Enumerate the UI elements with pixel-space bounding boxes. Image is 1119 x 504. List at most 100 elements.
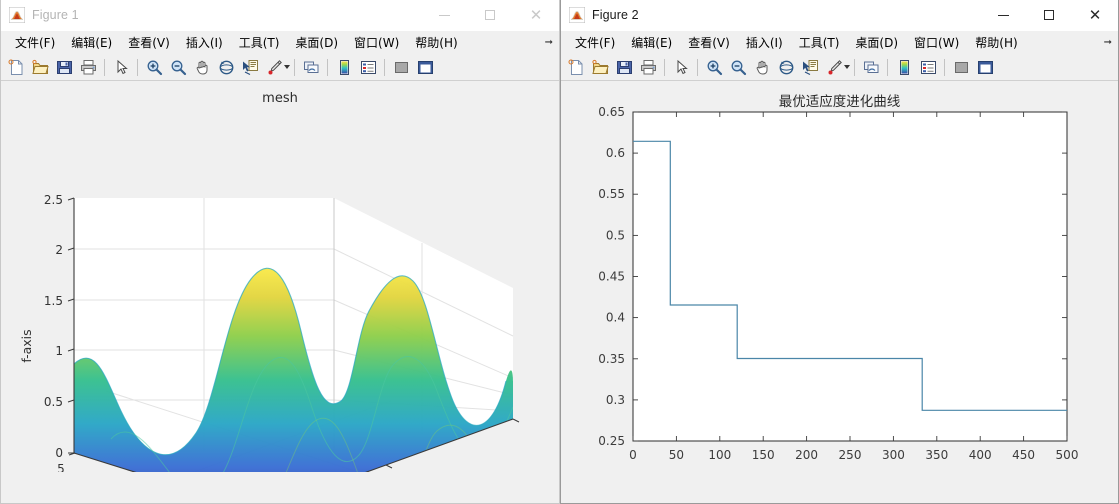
zoom-out-icon[interactable]	[727, 56, 749, 78]
pointer-arrow-icon[interactable]	[670, 56, 692, 78]
hide-plot-tools-icon[interactable]	[950, 56, 972, 78]
z-tick-0: 0	[55, 446, 63, 460]
desktop: Figure 1 ✕ 文件(F) 编辑(E) 查看(V) 插入(I) 工具(T)…	[0, 0, 1119, 504]
figure-1-titlebar[interactable]: Figure 1 ✕	[1, 0, 559, 31]
new-figure-icon[interactable]	[5, 56, 27, 78]
figure-2-title: Figure 2	[592, 8, 639, 22]
menu-file[interactable]: 文件(F)	[7, 32, 63, 53]
maximize-button[interactable]	[1026, 0, 1072, 30]
minimize-button[interactable]	[421, 0, 467, 30]
figure-1-title: Figure 1	[32, 8, 79, 22]
hide-plot-tools-icon[interactable]	[390, 56, 412, 78]
toolbar-separator	[944, 58, 945, 76]
pan-hand-icon[interactable]	[191, 56, 213, 78]
menu-insert[interactable]: 插入(I)	[178, 32, 231, 53]
rotate-3d-icon[interactable]	[215, 56, 237, 78]
figure-1-canvas[interactable]: mesh 0 0.5 1 1.5 2 2.5 5 f-axis	[1, 81, 559, 503]
x-tick-150: 150	[752, 448, 775, 462]
menu-file[interactable]: 文件(F)	[567, 32, 623, 53]
print-figure-icon[interactable]	[77, 56, 99, 78]
link-plot-icon[interactable]	[860, 56, 882, 78]
save-figure-icon[interactable]	[53, 56, 75, 78]
toolbar-separator	[384, 58, 385, 76]
menu-tools[interactable]: 工具(T)	[231, 32, 288, 53]
menu-overflow-arrow-icon[interactable]: ➞	[545, 37, 553, 48]
toolbar-separator	[137, 58, 138, 76]
brush-data-icon[interactable]	[823, 56, 845, 78]
z-tick-2p5: 2.5	[44, 193, 63, 207]
figure-2-window[interactable]: Figure 2 ✕ 文件(F) 编辑(E) 查看(V) 插入(I) 工具(T)…	[560, 0, 1119, 504]
figure-2-window-controls: ✕	[980, 0, 1118, 30]
menu-view[interactable]: 查看(V)	[680, 32, 738, 53]
z-tick-0p5: 0.5	[44, 395, 63, 409]
figure-1-window[interactable]: Figure 1 ✕ 文件(F) 编辑(E) 查看(V) 插入(I) 工具(T)…	[0, 0, 560, 504]
figure-2-canvas[interactable]: 最优适应度进化曲线 0.65 0.6 0.55 0.5 0.45 0.4 0.3…	[561, 81, 1118, 503]
print-figure-icon[interactable]	[637, 56, 659, 78]
menu-desktop[interactable]: 桌面(D)	[287, 32, 346, 53]
menu-desktop[interactable]: 桌面(D)	[847, 32, 906, 53]
y-tick-0p6: 0.6	[606, 146, 625, 160]
figure-2-toolbar	[561, 54, 1118, 81]
mesh-surface-plot[interactable]: 0 0.5 1 1.5 2 2.5 5 0 -5	[1, 81, 559, 472]
figure-1-toolbar	[1, 54, 559, 81]
x-tick-100: 100	[708, 448, 731, 462]
matlab-membrane-icon	[8, 6, 26, 24]
z-tick-2: 2	[55, 243, 63, 257]
toolbar-separator	[887, 58, 888, 76]
z-axis-label: f-axis	[19, 329, 34, 362]
x-tick-450: 450	[1012, 448, 1035, 462]
matlab-membrane-icon	[568, 6, 586, 24]
data-cursor-icon[interactable]	[239, 56, 261, 78]
pointer-arrow-icon[interactable]	[110, 56, 132, 78]
colorbar-icon[interactable]	[893, 56, 915, 78]
open-file-icon[interactable]	[589, 56, 611, 78]
y-tick-0p45: 0.45	[598, 270, 625, 284]
zoom-out-icon[interactable]	[167, 56, 189, 78]
new-figure-icon[interactable]	[565, 56, 587, 78]
y-tick-0p5: 0.5	[606, 228, 625, 242]
z-tick-1p5: 1.5	[44, 294, 63, 308]
x-tick-400: 400	[969, 448, 992, 462]
figure-2-titlebar[interactable]: Figure 2 ✕	[561, 0, 1118, 31]
link-plot-icon[interactable]	[300, 56, 322, 78]
x-tick-250: 250	[839, 448, 862, 462]
menu-window[interactable]: 窗口(W)	[346, 32, 407, 53]
fitness-evolution-plot[interactable]: 0.65 0.6 0.55 0.5 0.45 0.4 0.35 0.3 0.25…	[561, 81, 1118, 472]
y-tick-0p55: 0.55	[598, 187, 625, 201]
menu-tools[interactable]: 工具(T)	[791, 32, 848, 53]
close-button[interactable]: ✕	[513, 0, 559, 30]
menu-window[interactable]: 窗口(W)	[906, 32, 967, 53]
close-button[interactable]: ✕	[1072, 0, 1118, 30]
y-tick-0p35: 0.35	[598, 352, 625, 366]
y-tick-0p3: 0.3	[606, 393, 625, 407]
legend-icon[interactable]	[357, 56, 379, 78]
y-tick-0p65: 0.65	[598, 105, 625, 119]
toolbar-separator	[294, 58, 295, 76]
show-plot-tools-icon[interactable]	[974, 56, 996, 78]
data-cursor-icon[interactable]	[799, 56, 821, 78]
menu-help[interactable]: 帮助(H)	[407, 32, 465, 53]
minimize-button[interactable]	[980, 0, 1026, 30]
rotate-3d-icon[interactable]	[775, 56, 797, 78]
zoom-in-icon[interactable]	[143, 56, 165, 78]
save-figure-icon[interactable]	[613, 56, 635, 78]
zoom-in-icon[interactable]	[703, 56, 725, 78]
figure-1-menubar: 文件(F) 编辑(E) 查看(V) 插入(I) 工具(T) 桌面(D) 窗口(W…	[1, 31, 559, 54]
x-tick-350: 350	[925, 448, 948, 462]
x-tick-0: 0	[629, 448, 637, 462]
menu-edit[interactable]: 编辑(E)	[623, 32, 680, 53]
brush-data-icon[interactable]	[263, 56, 285, 78]
open-file-icon[interactable]	[29, 56, 51, 78]
menu-view[interactable]: 查看(V)	[120, 32, 178, 53]
legend-icon[interactable]	[917, 56, 939, 78]
menu-edit[interactable]: 编辑(E)	[63, 32, 120, 53]
show-plot-tools-icon[interactable]	[414, 56, 436, 78]
menu-help[interactable]: 帮助(H)	[967, 32, 1025, 53]
figure-1-window-controls: ✕	[421, 0, 559, 30]
figure-2-menubar: 文件(F) 编辑(E) 查看(V) 插入(I) 工具(T) 桌面(D) 窗口(W…	[561, 31, 1118, 54]
menu-insert[interactable]: 插入(I)	[738, 32, 791, 53]
maximize-button[interactable]	[467, 0, 513, 30]
pan-hand-icon[interactable]	[751, 56, 773, 78]
menu-overflow-arrow-icon[interactable]: ➞	[1104, 37, 1112, 48]
colorbar-icon[interactable]	[333, 56, 355, 78]
